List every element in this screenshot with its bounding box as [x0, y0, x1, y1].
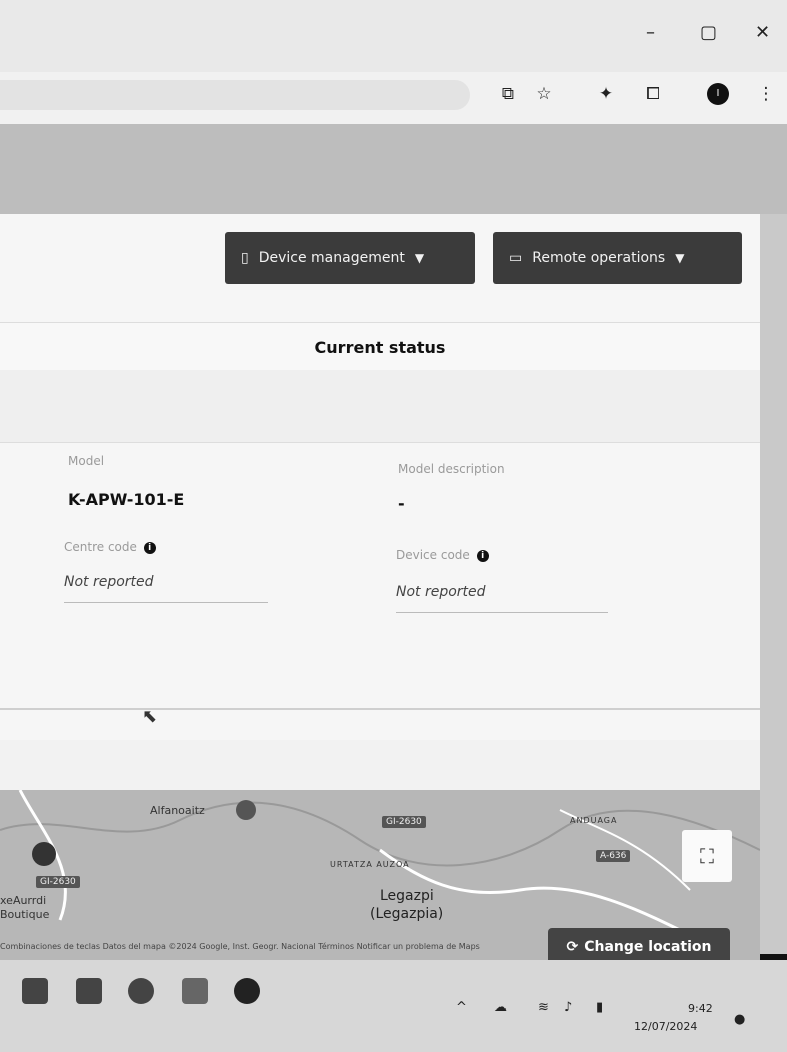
model-description-value: - — [398, 494, 405, 513]
device-icon: ▯ — [241, 250, 249, 266]
device-management-button[interactable]: ▯ Device management ▼ — [225, 232, 475, 284]
road-tag: GI-2630 — [36, 876, 80, 888]
map-road — [0, 801, 760, 867]
info-icon[interactable]: i — [143, 541, 156, 554]
cloud-icon[interactable]: ☁ — [494, 1000, 507, 1015]
install-icon[interactable]: ⧉ — [496, 82, 520, 106]
volume-icon[interactable]: ♪ — [564, 1000, 572, 1015]
map-place-label: Boutique — [0, 908, 50, 921]
current-status-header: Current status — [0, 322, 760, 372]
map-place-label: URTATZA AUZOA — [330, 860, 410, 869]
chevron-down-icon: ▼ — [675, 251, 685, 265]
status-band — [0, 370, 760, 443]
extensions-icon[interactable]: ✦ — [594, 82, 618, 106]
centre-code-label-row: Centre code i — [64, 540, 156, 554]
fullscreen-button[interactable]: ⛶ — [682, 830, 732, 882]
road-tag: GI-2630 — [382, 816, 426, 828]
chevron-up-icon[interactable]: ^ — [456, 1000, 467, 1015]
menu-icon[interactable]: ⋮ — [754, 82, 778, 106]
minimize-button[interactable]: – — [646, 22, 655, 43]
clock-date[interactable]: 12/07/2024 — [634, 1020, 697, 1033]
star-icon[interactable]: ☆ — [532, 82, 556, 106]
edge-icon[interactable] — [128, 978, 154, 1004]
device-code-label: Device code — [396, 548, 470, 562]
profile-icon[interactable]: I — [706, 82, 730, 106]
mouse-cursor-icon: ⬉ — [142, 706, 158, 727]
model-description-label: Model description — [398, 462, 505, 476]
taskbar — [0, 960, 787, 1052]
monitor-icon: ▭ — [509, 250, 523, 266]
map-town-label: (Legazpia) — [370, 906, 444, 922]
fullscreen-icon: ⛶ — [700, 844, 714, 868]
map-place-label: Alfanoaitz — [150, 804, 205, 817]
section-divider — [0, 708, 760, 710]
map-place-label: ANDUAGA — [570, 816, 618, 825]
device-code-value[interactable]: Not reported — [396, 584, 486, 600]
clock-time[interactable]: 9:42 — [688, 1002, 713, 1015]
restore-button[interactable]: ▢ — [700, 22, 717, 43]
page-banner — [0, 124, 787, 214]
map-town-label: Legazpi — [380, 888, 434, 904]
centre-code-label: Centre code — [64, 540, 137, 554]
close-button[interactable]: ✕ — [755, 22, 770, 43]
chrome-icon[interactable] — [234, 978, 260, 1004]
map-attribution[interactable]: Combinaciones de teclas Datos del mapa ©… — [0, 942, 740, 960]
wifi-icon[interactable]: ≋ — [538, 1000, 549, 1015]
pin-icon — [236, 800, 256, 820]
current-status-title: Current status — [314, 337, 446, 357]
puzzle-icon[interactable]: ⧠ — [641, 82, 665, 106]
device-code-underline — [396, 612, 608, 613]
road-tag: A-636 — [596, 850, 631, 862]
bell-icon[interactable]: ● — [734, 1012, 745, 1027]
battery-icon[interactable]: ▮ — [596, 1000, 603, 1015]
browser-title-bar — [0, 0, 787, 72]
remote-operations-button[interactable]: ▭ Remote operations ▼ — [493, 232, 742, 284]
device-management-label: Device management — [258, 250, 405, 266]
info-icon[interactable]: i — [476, 549, 489, 562]
file-explorer-icon[interactable] — [22, 978, 48, 1004]
device-code-label-row: Device code i — [396, 548, 489, 562]
centre-code-value[interactable]: Not reported — [64, 574, 154, 590]
map-place-label: xeAurrdi — [0, 894, 47, 907]
remote-operations-label: Remote operations — [532, 250, 666, 266]
model-value: K-APW-101-E — [68, 490, 185, 509]
chevron-down-icon: ▼ — [414, 251, 425, 265]
centre-code-underline — [64, 602, 268, 603]
app-icon[interactable] — [76, 978, 102, 1004]
map-marker[interactable] — [32, 842, 56, 866]
map-header — [0, 740, 760, 790]
model-label: Model — [68, 454, 105, 468]
app-icon[interactable] — [182, 978, 208, 1004]
profile-avatar: I — [707, 83, 729, 105]
address-bar[interactable] — [0, 80, 470, 110]
